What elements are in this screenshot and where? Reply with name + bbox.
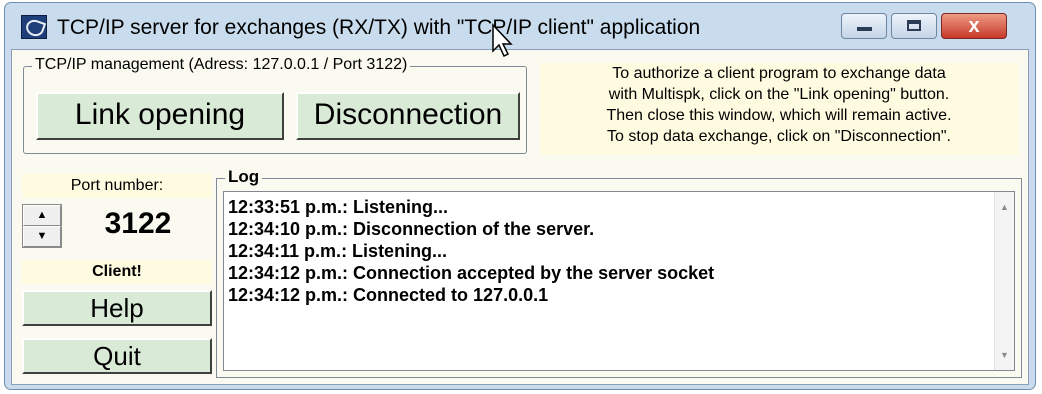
client-area: TCP/IP management (Adress: 127.0.0.1 / P… [11,49,1029,385]
log-line: 12:34:11 p.m.: Listening... [228,241,448,261]
window-title: TCP/IP server for exchanges (RX/TX) with… [57,16,701,39]
minimize-button[interactable] [841,13,887,39]
satellite-dish-icon[interactable] [21,15,47,39]
log-line: 12:34:10 p.m.: Disconnection of the serv… [228,219,595,239]
minimize-icon [857,27,872,31]
info-panel: To authorize a client program to exchang… [540,63,1018,155]
port-stepper[interactable]: ▲ ▼ [22,204,62,248]
scroll-up-icon[interactable]: ▲ [995,198,1014,216]
app-window: TCP/IP server for exchanges (RX/TX) with… [4,2,1036,390]
stepper-down-button[interactable]: ▼ [23,226,61,247]
log-legend: Log [225,167,263,187]
info-line: with Multispk, click on the "Link openin… [608,86,950,103]
log-line: 12:34:12 p.m.: Connection accepted by th… [228,263,715,283]
close-icon: x [968,15,980,37]
maximize-icon [907,20,921,31]
info-line: To stop data exchange, click on "Disconn… [607,128,951,145]
help-button[interactable]: Help [22,290,212,326]
log-textarea[interactable]: 12:33:51 p.m.: Listening... 12:34:10 p.m… [223,191,1015,371]
disconnection-button[interactable]: Disconnection [296,92,520,140]
title-bar[interactable]: TCP/IP server for exchanges (RX/TX) with… [5,3,1035,49]
info-line: To authorize a client program to exchang… [612,65,946,82]
maximize-button[interactable] [891,13,937,39]
close-button[interactable]: x [941,13,1007,39]
log-scrollbar[interactable]: ▲ ▼ [994,192,1014,370]
log-line: 12:34:12 p.m.: Connected to 127.0.0.1 [228,285,549,305]
stepper-up-button[interactable]: ▲ [23,205,61,226]
client-status-label: Client! [22,260,212,284]
log-group: Log 12:33:51 p.m.: Listening... 12:34:10… [216,167,1022,378]
management-legend: TCP/IP management (Adress: 127.0.0.1 / P… [32,56,411,74]
link-opening-button[interactable]: Link opening [36,92,284,140]
quit-button[interactable]: Quit [22,338,212,374]
mouse-pointer-icon [492,23,513,58]
port-number-label: Port number: [22,174,212,198]
log-line: 12:33:51 p.m.: Listening... [228,197,449,217]
port-number-value: 3122 [104,207,172,240]
scroll-down-icon[interactable]: ▼ [995,346,1014,364]
info-line: Then close this window, which will remai… [606,107,952,124]
tcpip-management-group: TCP/IP management (Adress: 127.0.0.1 / P… [23,56,527,154]
